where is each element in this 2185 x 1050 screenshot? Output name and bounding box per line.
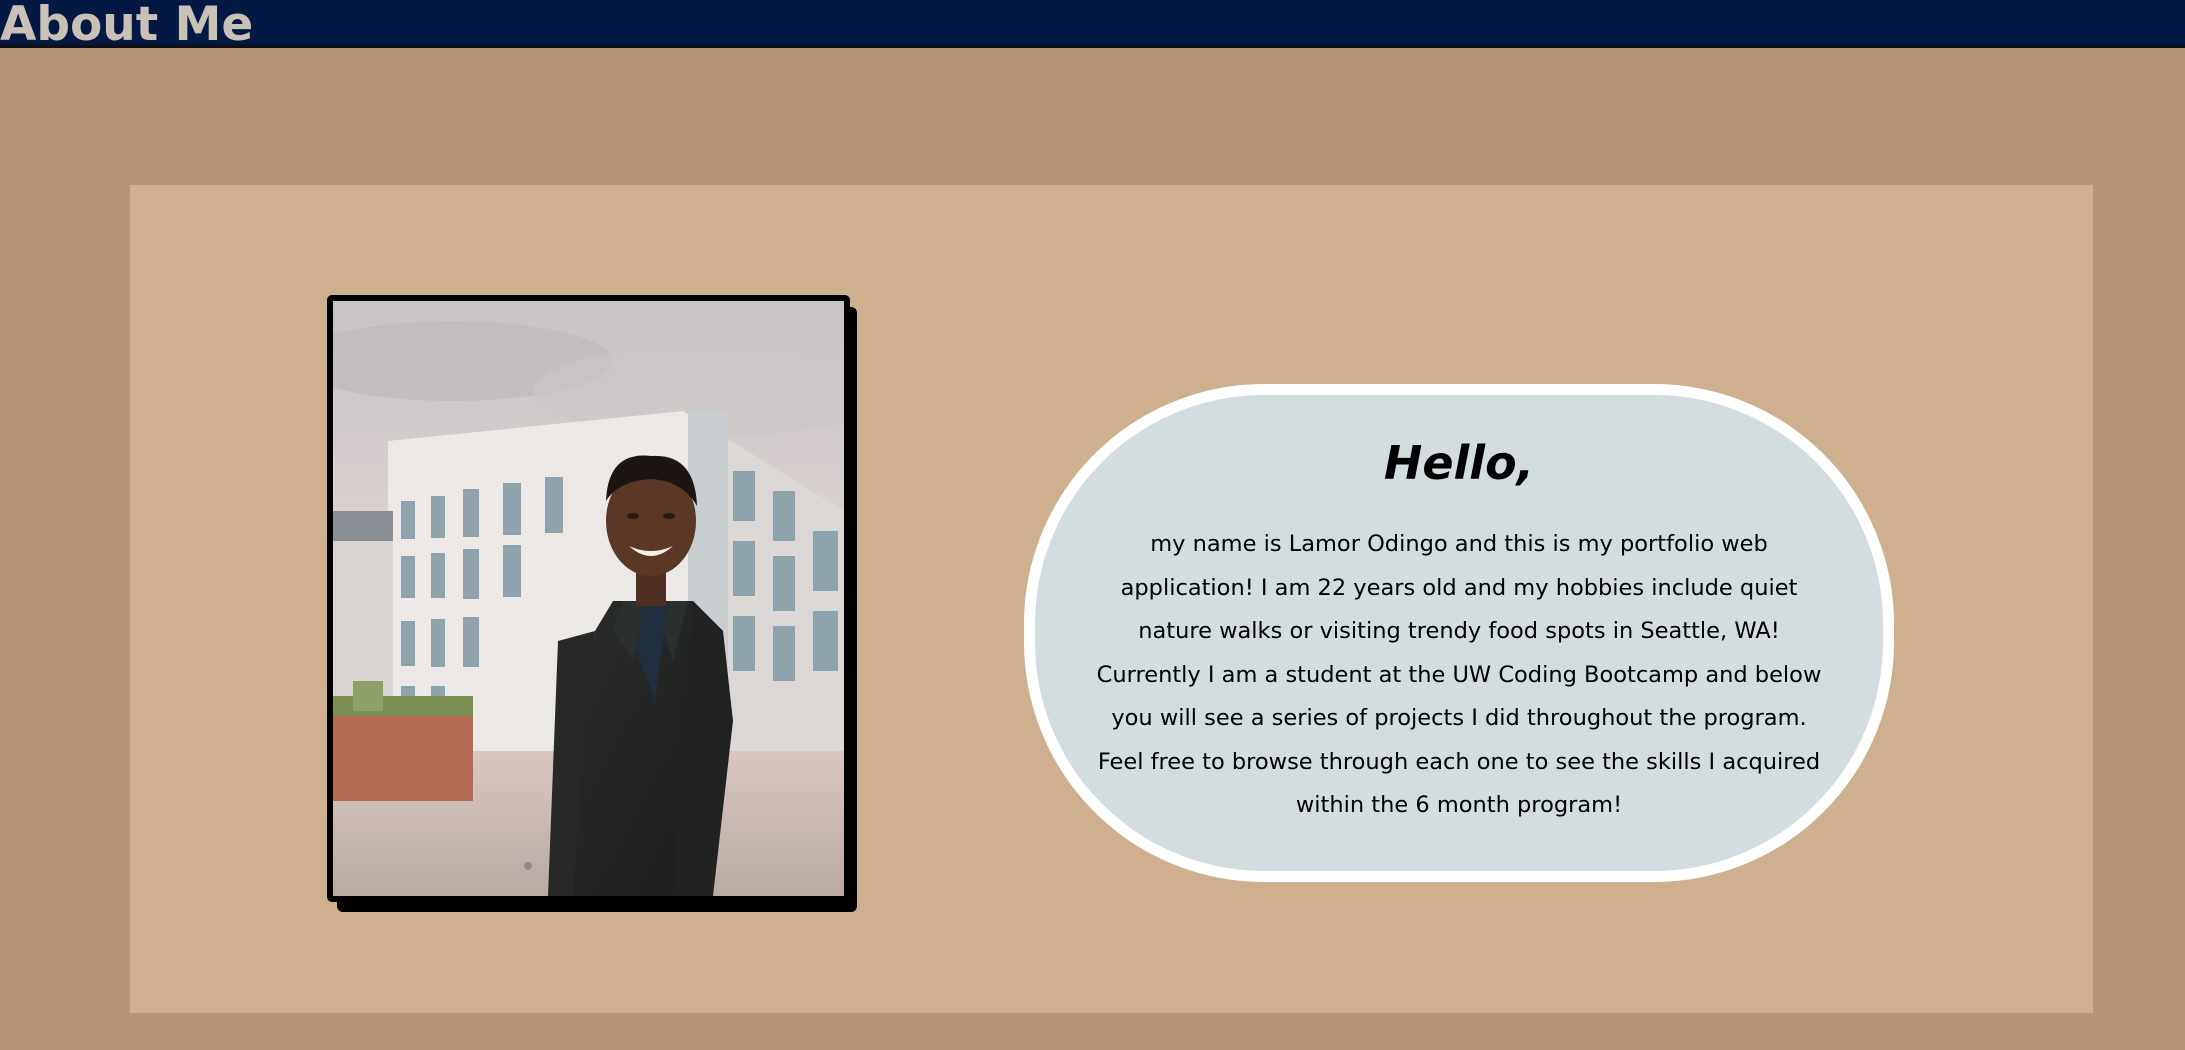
greeting-heading: Hello, [1383, 436, 1535, 490]
profile-photo-frame [327, 295, 850, 902]
profile-photo [333, 301, 844, 896]
bio-paragraph: my name is Lamor Odingo and this is my p… [1096, 531, 1822, 818]
page-title: About Me [0, 0, 254, 52]
intro-bubble: Hello, my name is Lamor Odingo and this … [1024, 384, 1894, 882]
top-header-bar: About Me [0, 0, 2185, 52]
